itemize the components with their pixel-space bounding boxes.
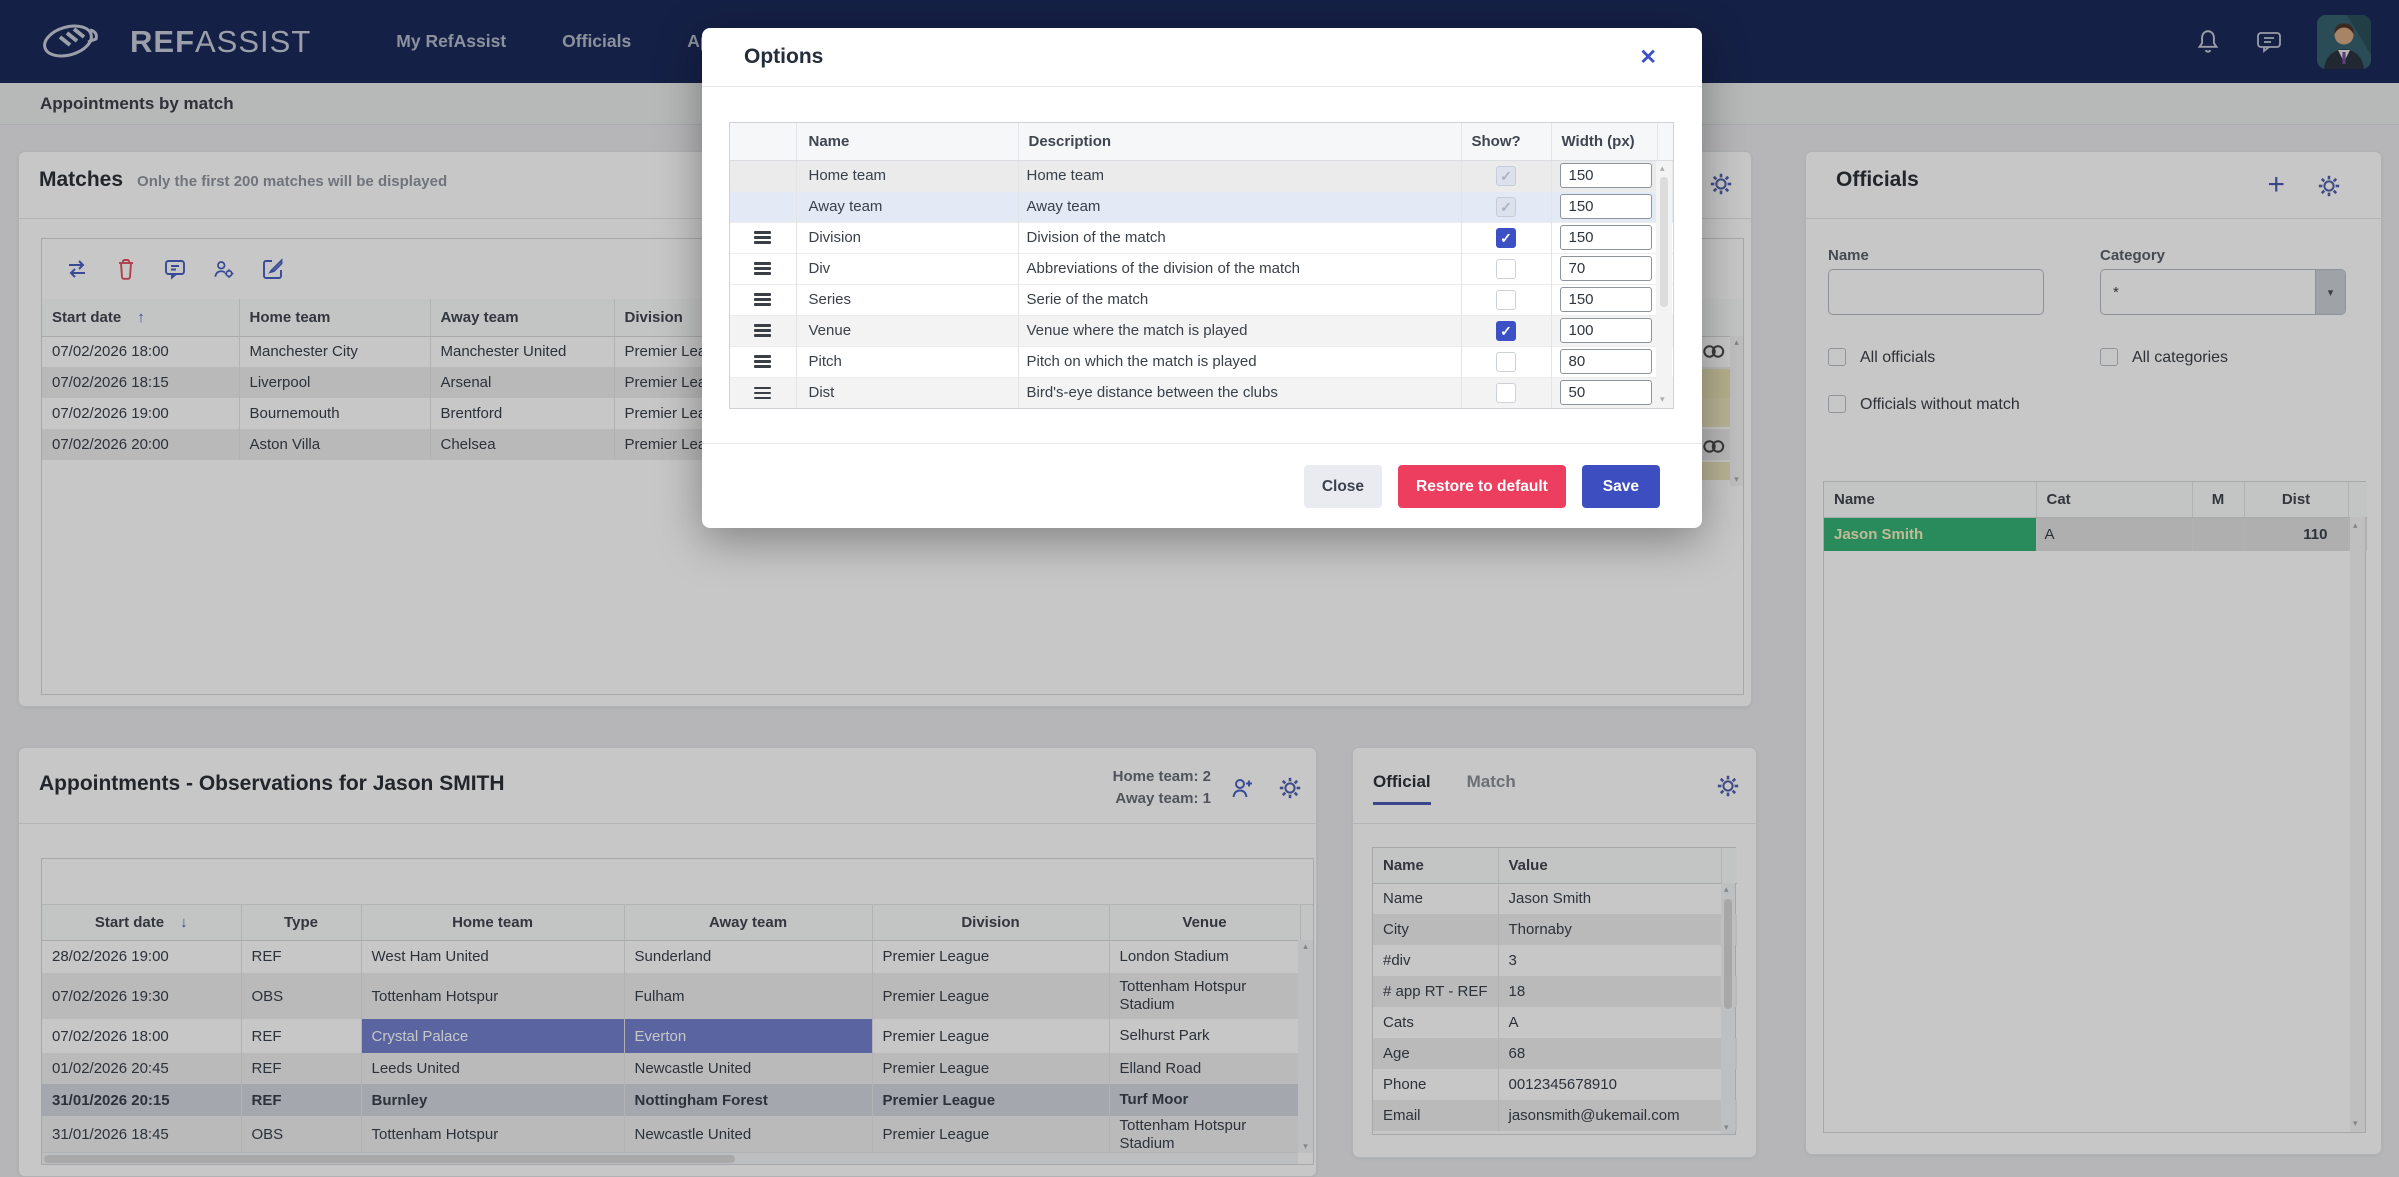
width-input[interactable] xyxy=(1560,287,1652,312)
drag-handle-icon[interactable] xyxy=(754,387,771,400)
width-input[interactable] xyxy=(1560,194,1652,219)
option-description: Away team xyxy=(1018,191,1461,222)
option-description: Abbreviations of the division of the mat… xyxy=(1018,253,1461,284)
option-description: Home team xyxy=(1018,160,1461,191)
width-input[interactable] xyxy=(1560,318,1652,343)
column-option-row: Home teamHome team ✓ xyxy=(730,160,1673,191)
show-checkbox: ✓ xyxy=(1496,166,1516,186)
drag-handle-icon[interactable] xyxy=(754,324,771,337)
show-checkbox[interactable] xyxy=(1496,259,1516,279)
option-description: Serie of the match xyxy=(1018,284,1461,315)
drag-handle-icon[interactable] xyxy=(754,355,771,368)
modal-table-scrollbar[interactable]: ▴ ▾ xyxy=(1656,161,1672,407)
modal-title: Options xyxy=(744,45,823,69)
modal-col-description: Description xyxy=(1018,123,1461,160)
modal-table-wrap: Name Description Show? Width (px) Home t… xyxy=(729,122,1674,409)
option-name: Division xyxy=(796,222,1018,253)
scroll-up-icon[interactable]: ▴ xyxy=(1660,164,1665,173)
modal-buttons: Close Restore to default Save xyxy=(1304,465,1660,508)
option-name: Home team xyxy=(796,160,1018,191)
column-option-row: DivAbbreviations of the division of the … xyxy=(730,253,1673,284)
width-input[interactable] xyxy=(1560,163,1652,188)
show-checkbox[interactable] xyxy=(1496,352,1516,372)
drag-handle-icon[interactable] xyxy=(754,293,771,306)
column-option-row: DistBird's-eye distance between the club… xyxy=(730,377,1673,408)
modal-col-name: Name xyxy=(796,123,1018,160)
close-icon[interactable]: ✕ xyxy=(1639,45,1657,70)
restore-to-default-button[interactable]: Restore to default xyxy=(1398,465,1566,508)
show-checkbox[interactable]: ✓ xyxy=(1496,321,1516,341)
drag-handle-icon[interactable] xyxy=(754,262,771,275)
column-option-row: DivisionDivision of the match ✓ xyxy=(730,222,1673,253)
option-name: Series xyxy=(796,284,1018,315)
column-options-table: Name Description Show? Width (px) Home t… xyxy=(730,123,1673,408)
modal-col-show: Show? xyxy=(1461,123,1551,160)
option-name: Venue xyxy=(796,315,1018,346)
column-option-row: Away teamAway team ✓ xyxy=(730,191,1673,222)
modal-col-drag xyxy=(730,123,796,160)
drag-handle-icon[interactable] xyxy=(754,231,771,244)
show-checkbox: ✓ xyxy=(1496,197,1516,217)
show-checkbox[interactable]: ✓ xyxy=(1496,228,1516,248)
option-description: Division of the match xyxy=(1018,222,1461,253)
modal-header: Options ✕ xyxy=(702,28,1702,87)
option-name: Dist xyxy=(796,377,1018,408)
show-checkbox[interactable] xyxy=(1496,383,1516,403)
options-modal: Options ✕ Name Description Show? Width (… xyxy=(702,28,1702,528)
width-input[interactable] xyxy=(1560,225,1652,250)
width-input[interactable] xyxy=(1560,380,1652,405)
app-root: REFASSIST My RefAssistOfficialsAppointme… xyxy=(0,0,2399,1177)
width-input[interactable] xyxy=(1560,256,1652,281)
save-button[interactable]: Save xyxy=(1582,465,1660,508)
modal-col-width: Width (px) xyxy=(1551,123,1657,160)
column-option-row: PitchPitch on which the match is played xyxy=(730,346,1673,377)
scroll-down-icon[interactable]: ▾ xyxy=(1660,395,1665,404)
option-description: Venue where the match is played xyxy=(1018,315,1461,346)
option-name: Away team xyxy=(796,191,1018,222)
modal-footer-divider xyxy=(702,443,1702,444)
option-name: Pitch xyxy=(796,346,1018,377)
modal-header-row: Name Description Show? Width (px) xyxy=(730,123,1673,160)
column-option-row: VenueVenue where the match is played ✓ xyxy=(730,315,1673,346)
column-option-row: SeriesSerie of the match xyxy=(730,284,1673,315)
width-input[interactable] xyxy=(1560,349,1652,374)
scrollbar-thumb[interactable] xyxy=(1660,177,1668,307)
option-description: Bird's-eye distance between the clubs xyxy=(1018,377,1461,408)
option-name: Div xyxy=(796,253,1018,284)
show-checkbox[interactable] xyxy=(1496,290,1516,310)
close-button[interactable]: Close xyxy=(1304,465,1382,508)
option-description: Pitch on which the match is played xyxy=(1018,346,1461,377)
